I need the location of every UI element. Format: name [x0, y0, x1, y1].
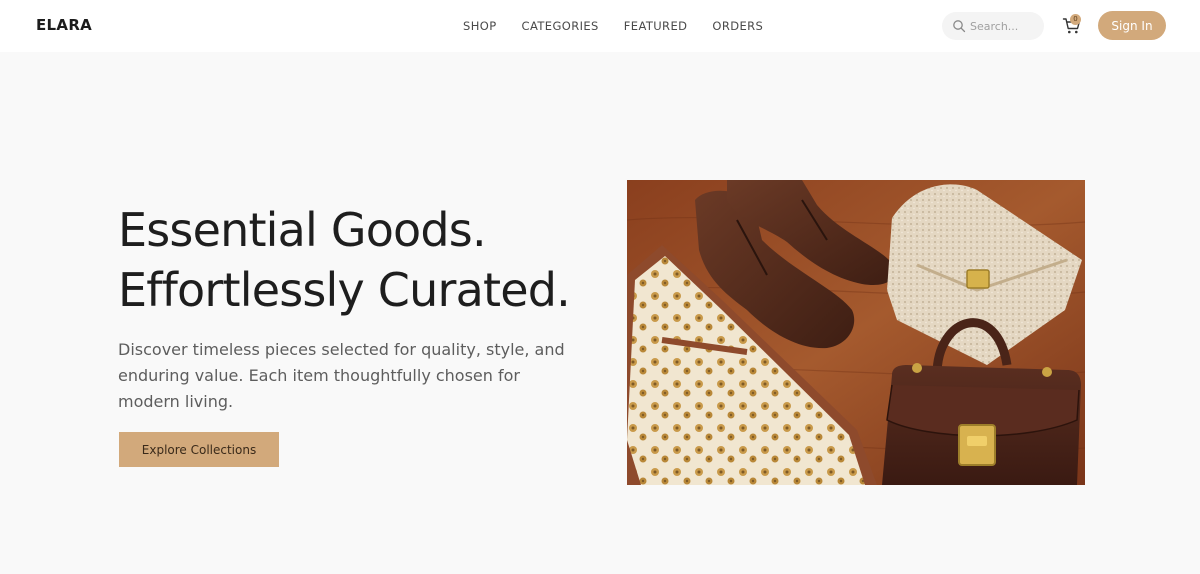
- nav-item-categories[interactable]: CATEGORIES: [522, 18, 599, 34]
- hero-image: [627, 180, 1085, 485]
- search-input[interactable]: [970, 17, 1040, 35]
- hero-product-photo: [627, 180, 1085, 485]
- site-logo[interactable]: ELARA: [36, 16, 92, 34]
- cart-count-badge: 0: [1070, 14, 1081, 25]
- hero-title-line-1: Essential Goods.: [118, 203, 487, 257]
- explore-collections-button[interactable]: Explore Collections: [119, 432, 279, 467]
- hero-title-line-2: Effortlessly Curated.: [118, 263, 571, 317]
- search-icon: [953, 20, 966, 33]
- hero-title: Essential Goods. Effortlessly Curated.: [118, 200, 598, 320]
- nav-item-orders[interactable]: ORDERS: [712, 18, 763, 34]
- nav-item-featured[interactable]: FEATURED: [624, 18, 688, 34]
- search-box[interactable]: [942, 12, 1044, 40]
- sign-in-button[interactable]: Sign In: [1098, 11, 1166, 40]
- site-header: ELARA SHOP CATEGORIES FEATURED ORDERS 0 …: [0, 0, 1200, 52]
- main-nav: SHOP CATEGORIES FEATURED ORDERS: [463, 18, 788, 34]
- hero-description: Discover timeless pieces selected for qu…: [118, 340, 565, 411]
- nav-item-shop[interactable]: SHOP: [463, 18, 497, 34]
